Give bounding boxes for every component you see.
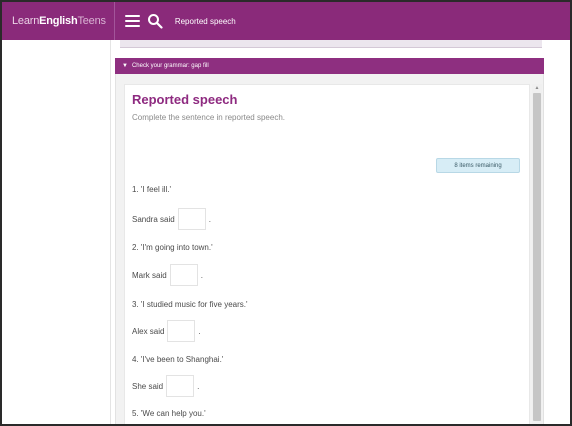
exercise-instruction: Complete the sentence in reported speech… [132,113,285,122]
answer-row-3: Alex said . [132,320,201,342]
scroll-up-arrow-icon[interactable]: ▲ [532,84,542,93]
page-title: Reported speech [174,16,236,26]
answer-row-4: She said . [132,375,199,397]
site-header: LearnEnglishTeens Reported speech [2,2,570,40]
answer-suffix: . [197,381,200,391]
logo-teens-text: Teens [77,15,106,27]
header-divider [113,2,115,40]
hamburger-menu-icon[interactable] [124,15,140,27]
answer-prefix: Sandra said [132,214,175,224]
answer-row-1: Sandra said . [132,208,211,230]
answer-suffix: . [200,270,203,280]
logo-english-text: English [39,15,78,27]
scrollbar-thumb[interactable] [533,93,541,421]
items-remaining-badge: 8 items remaining [436,158,520,173]
answer-input-1[interactable] [177,208,206,230]
answer-prefix: She said [132,381,164,391]
sidebar-divider [110,40,111,424]
collapse-triangle-icon: ▼ [122,63,128,69]
answer-input-3[interactable] [167,320,196,342]
answer-input-2[interactable] [169,264,198,286]
site-logo[interactable]: LearnEnglishTeens [2,15,106,27]
logo-learn-text: Learn [12,15,40,27]
browser-frame: LearnEnglishTeens Reported speech ▼ Chec… [0,0,572,426]
content-top-strip [120,40,542,48]
answer-prefix: Mark said [132,270,167,280]
search-icon[interactable] [147,13,163,29]
answer-suffix: . [208,214,211,224]
question-prompt-1: 1. 'I feel ill.' [132,185,172,194]
gap-fill-accordion-header[interactable]: ▼ Check your grammar: gap fill [115,58,544,74]
question-prompt-4: 4. 'I've been to Shanghai.' [132,355,224,364]
answer-row-2: Mark said . [132,264,203,286]
exercise-title: Reported speech [132,92,238,107]
answer-suffix: . [198,326,201,336]
question-prompt-5: 5. 'We can help you.' [132,409,206,418]
answer-input-4[interactable] [166,375,195,397]
question-prompt-3: 3. 'I studied music for five years.' [132,300,248,309]
question-prompt-2: 2. 'I'm going into town.' [132,243,213,252]
accordion-label: Check your grammar: gap fill [131,63,209,69]
exercise-scrollbar[interactable]: ▲ [532,84,542,424]
answer-prefix: Alex said [132,326,165,336]
